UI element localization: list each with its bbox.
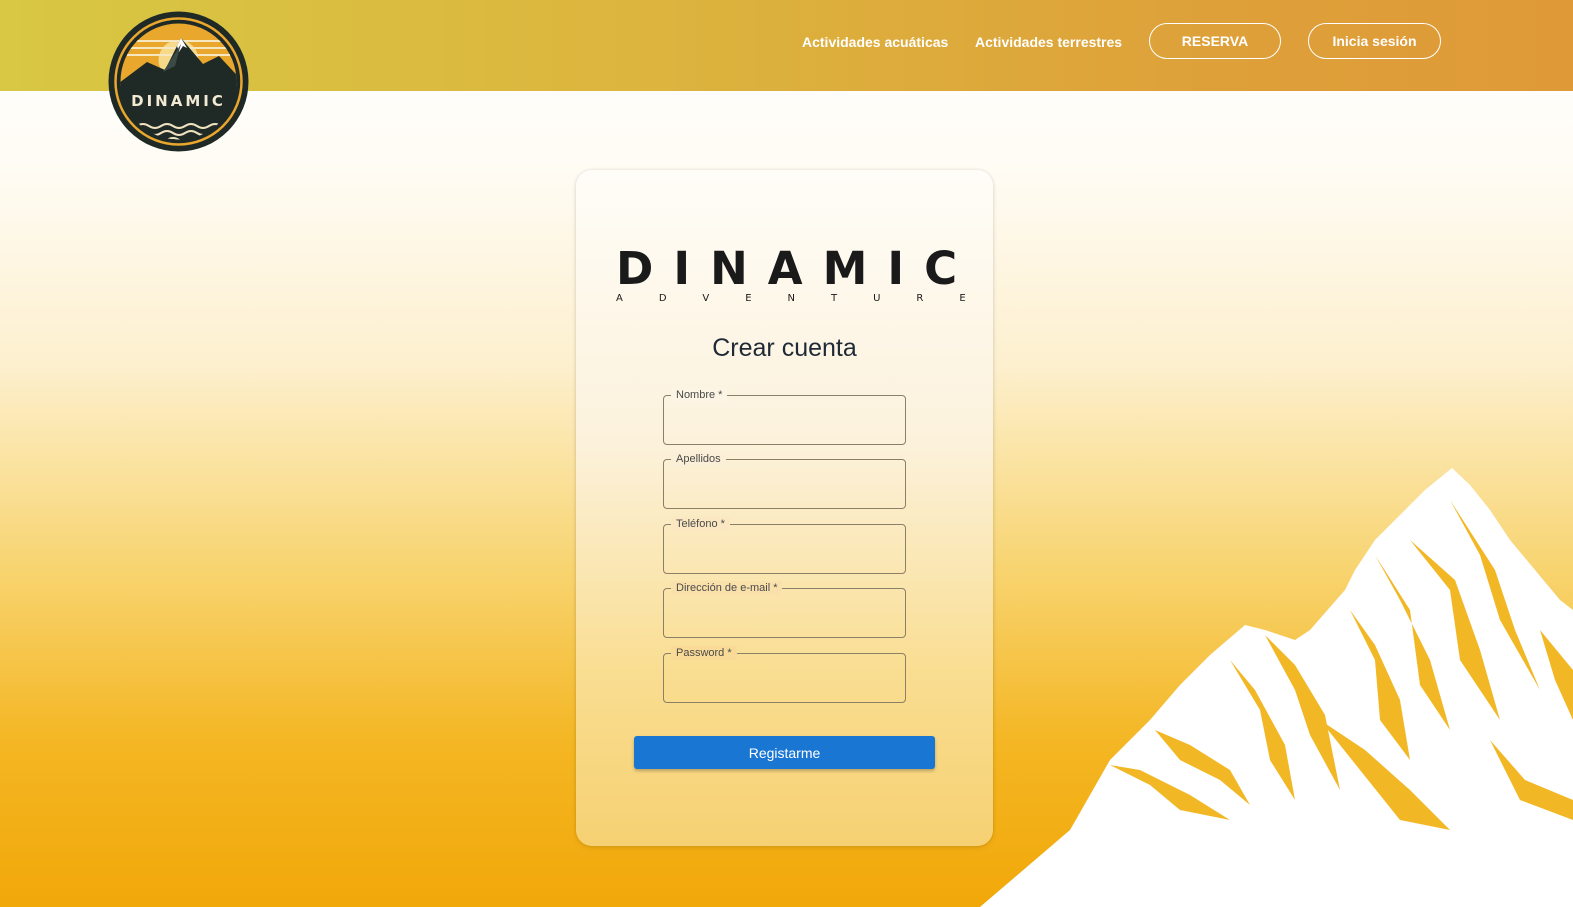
apellidos-input[interactable] (664, 460, 905, 508)
brand-wordmark: DINAMIC ADVENTURE (616, 246, 966, 304)
login-button[interactable]: Inicia sesión (1308, 23, 1441, 59)
brand-sub-text: ADVENTURE (616, 293, 1002, 304)
logo-text: DINAMIC (131, 92, 226, 110)
form-title: Crear cuenta (712, 334, 857, 362)
dinamic-logo[interactable]: DINAMIC (107, 10, 250, 153)
register-card: DINAMIC ADVENTURE Crear cuenta Nombre * … (576, 170, 993, 846)
password-input[interactable] (664, 654, 905, 702)
nombre-input[interactable] (664, 396, 905, 444)
email-field[interactable]: Dirección de e-mail * (663, 581, 906, 638)
brand-main-text: DINAMIC (616, 242, 978, 295)
telefono-input[interactable] (664, 525, 905, 573)
mountain-illustration (980, 468, 1573, 907)
register-button[interactable]: Registarme (634, 736, 935, 769)
nav-land-activities[interactable]: Actividades terrestres (975, 34, 1122, 50)
reserve-button[interactable]: RESERVA (1149, 23, 1281, 59)
telefono-field[interactable]: Teléfono * (663, 517, 906, 574)
apellidos-field[interactable]: Apellidos (663, 452, 906, 509)
nav-aquatic-activities[interactable]: Actividades acuáticas (802, 34, 948, 50)
nombre-field[interactable]: Nombre * (663, 388, 906, 445)
email-input[interactable] (664, 589, 905, 637)
password-field[interactable]: Password * (663, 646, 906, 703)
